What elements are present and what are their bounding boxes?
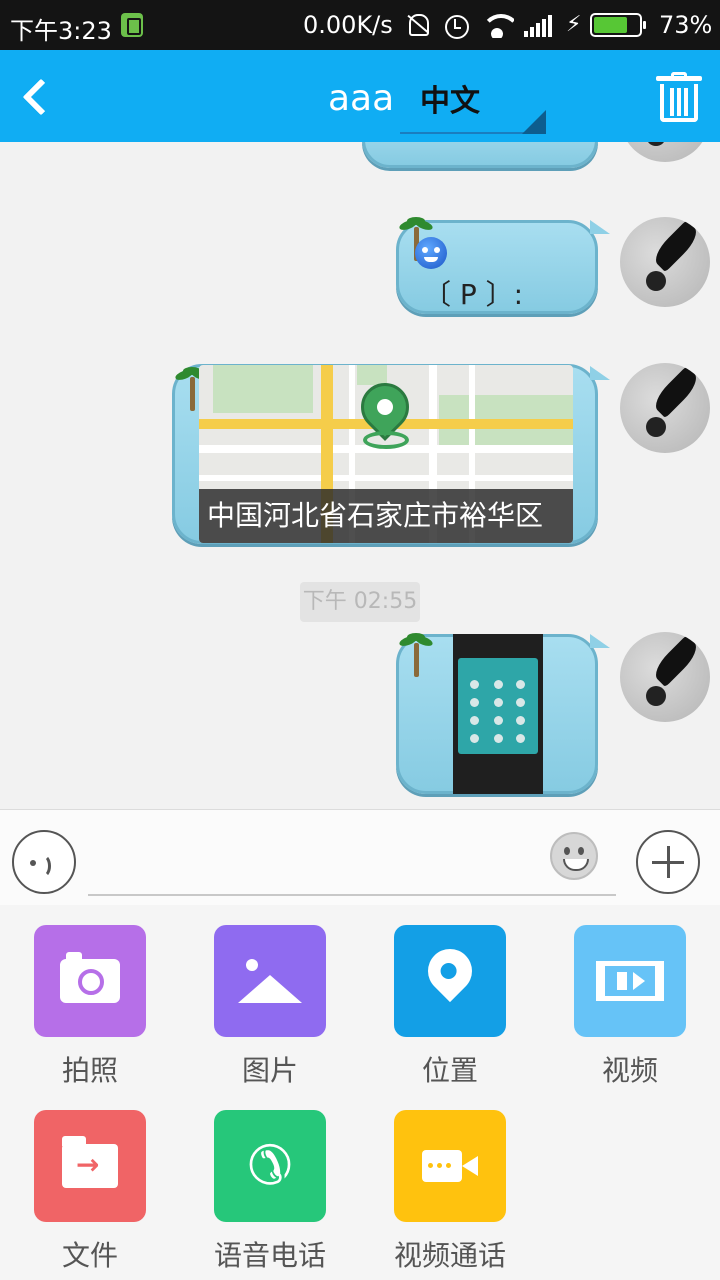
avatar[interactable]: [620, 142, 710, 162]
location-pin-icon: [418, 939, 482, 1003]
avatar[interactable]: [620, 217, 710, 307]
cellular-signal-icon: [524, 13, 556, 37]
avatar[interactable]: [620, 632, 710, 722]
battery-percent: 73%: [659, 11, 713, 39]
phone-icon: ✆: [247, 1134, 293, 1197]
message-timestamp: 下午 02:55: [300, 582, 420, 622]
attach-location[interactable]: 位置: [380, 925, 520, 1089]
image-icon: [238, 957, 302, 1005]
alarm-icon: [442, 11, 470, 39]
screenshot-thumbnail[interactable]: [453, 634, 543, 794]
attach-label: 语音电话: [213, 1239, 326, 1272]
attach-label: 位置: [421, 1054, 478, 1087]
folder-icon: [62, 1136, 118, 1188]
chat-title: aaa: [328, 78, 395, 119]
attach-voice-call[interactable]: ✆ 语音电话: [200, 1110, 340, 1274]
film-icon: [596, 961, 664, 1001]
palm-tree-decoration: [398, 633, 434, 677]
charging-icon: ⚡: [566, 12, 582, 37]
message-bubble-previous[interactable]: [362, 142, 598, 168]
chat-header: aaa 中文: [0, 50, 720, 142]
attach-label: 图片: [241, 1054, 298, 1087]
notifications-muted-icon: [404, 11, 432, 39]
message-bubble-voice[interactable]: 〔 P 〕:: [396, 217, 598, 314]
video-call-icon: [422, 1150, 478, 1182]
bubble-tail: [590, 366, 610, 380]
attach-label: 拍照: [61, 1054, 118, 1087]
avatar[interactable]: [620, 363, 710, 453]
attach-file[interactable]: 文件: [20, 1110, 160, 1274]
attach-label: 视频: [601, 1054, 658, 1087]
message-input[interactable]: [88, 834, 616, 896]
attach-label: 视频通话: [393, 1239, 506, 1272]
attach-camera[interactable]: 拍照: [20, 925, 160, 1089]
dropdown-corner-icon: [522, 110, 546, 134]
bubble-tail: [590, 634, 610, 648]
status-time: 下午3:23: [10, 17, 112, 45]
battery-icon: [590, 13, 646, 37]
language-value: 中文: [420, 84, 480, 119]
delete-chat-button[interactable]: [656, 72, 702, 122]
network-speed: 0.00K/s: [303, 11, 393, 39]
voice-message-text: 〔 P 〕:: [423, 278, 524, 311]
location-map[interactable]: 中国河北省石家庄市裕华区: [199, 365, 573, 543]
camera-icon: [60, 952, 120, 1003]
message-list[interactable]: 〔 P 〕: 中国河北省石家庄市裕华区 下午 02:55: [0, 142, 720, 809]
attach-video-call[interactable]: 视频通话: [380, 1110, 520, 1274]
attach-label: 文件: [61, 1239, 118, 1272]
input-bar: [0, 809, 720, 905]
attachment-panel: 拍照 图片 位置 视频 文件 ✆ 语音电话 视频通话: [0, 905, 720, 1280]
emoji-button[interactable]: [550, 832, 598, 880]
voice-input-button[interactable]: [12, 830, 76, 894]
attach-image[interactable]: 图片: [200, 925, 340, 1089]
more-options-button[interactable]: [636, 830, 700, 894]
language-dropdown[interactable]: 中文: [400, 70, 546, 134]
status-bar: 下午3:23 0.00K/s ⚡ 73%: [0, 0, 720, 50]
back-button[interactable]: [14, 74, 58, 118]
attach-video[interactable]: 视频: [560, 925, 700, 1089]
wifi-icon: [480, 12, 514, 38]
bubble-tail: [590, 220, 610, 234]
sim-card-icon: [121, 13, 143, 37]
status-icons: ⚡: [404, 9, 646, 41]
location-address: 中国河北省石家庄市裕华区: [199, 489, 573, 543]
smiley-emoji-icon: [415, 237, 447, 269]
